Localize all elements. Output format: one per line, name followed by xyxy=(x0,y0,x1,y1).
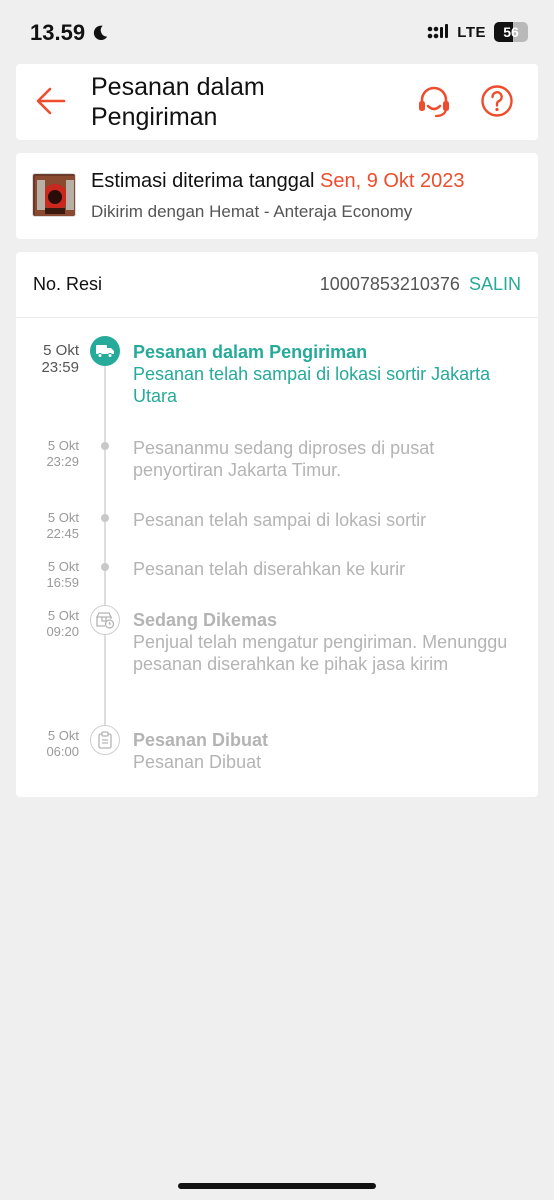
event-timestamp: 5 Okt 22:45 xyxy=(16,510,79,542)
status-time-group: 13.59 xyxy=(30,20,109,46)
event-date: 5 Okt xyxy=(47,438,79,453)
event-time: 22:45 xyxy=(46,526,79,541)
estimate-label: Estimasi diterima tanggal xyxy=(91,170,315,192)
event-date: 5 Okt xyxy=(43,342,79,359)
event-date: 5 Okt xyxy=(47,559,79,574)
event-text: Pesanan Dibuat Pesanan Dibuat xyxy=(133,729,523,773)
clipboard-icon xyxy=(90,725,120,755)
signal-icon xyxy=(427,24,449,39)
resi-row: No. Resi 10007853210376 SALIN xyxy=(16,252,538,318)
event-date: 5 Okt xyxy=(47,510,79,525)
event-text: Sedang Dikemas Penjual telah mengatur pe… xyxy=(133,609,523,675)
clipboard-glyph xyxy=(98,731,112,749)
shipping-method: Dikirim dengan Hemat - Anteraja Economy xyxy=(91,202,413,221)
event-title: Pesanan Dibuat xyxy=(133,730,269,750)
truck-icon-glyph xyxy=(96,345,114,358)
event-title: Pesanan dalam Pengiriman xyxy=(133,342,368,362)
header-bar: Pesanan dalam Pengiriman xyxy=(16,64,538,140)
back-arrow-icon[interactable] xyxy=(34,84,68,118)
event-timestamp: 5 Okt 23:29 xyxy=(16,438,79,470)
moon-icon xyxy=(93,25,108,41)
status-time: 13.59 xyxy=(30,20,86,45)
event-description: Penjual telah mengatur pengiriman. Menun… xyxy=(133,632,508,674)
event-time: 06:00 xyxy=(46,744,79,759)
battery-icon: 56 xyxy=(494,22,528,42)
event-time: 23:59 xyxy=(41,359,79,376)
resi-number: 10007853210376 xyxy=(319,274,460,294)
event-text: Pesananmu sedang diproses di pusat penyo… xyxy=(133,437,523,481)
home-indicator[interactable] xyxy=(178,1183,376,1189)
event-timestamp: 5 Okt 16:59 xyxy=(16,559,79,591)
package-clock-glyph xyxy=(95,612,115,629)
timeline-dot xyxy=(101,442,109,450)
package-clock-icon xyxy=(90,605,120,635)
product-thumbnail xyxy=(32,173,76,217)
event-title: Sedang Dikemas xyxy=(133,610,278,630)
event-timestamp: 5 Okt 06:00 xyxy=(16,728,79,760)
copy-resi-button[interactable]: SALIN xyxy=(469,274,521,294)
delivery-estimate-card[interactable]: Estimasi diterima tanggal Sen, 9 Okt 202… xyxy=(16,153,538,239)
event-time: 09:20 xyxy=(46,624,79,639)
timeline-dot xyxy=(101,514,109,522)
estimate-line: Estimasi diterima tanggal Sen, 9 Okt 202… xyxy=(91,170,465,193)
event-description: Pesanan Dibuat xyxy=(133,752,262,772)
timeline-line xyxy=(104,362,106,737)
event-description: Pesanan telah sampai di lokasi sortir Ja… xyxy=(133,364,491,406)
resi-label: No. Resi xyxy=(33,274,103,294)
event-description: Pesanan telah diserahkan ke kurir xyxy=(133,559,406,579)
battery-level: 56 xyxy=(503,24,519,40)
event-text: Pesanan telah diserahkan ke kurir xyxy=(133,558,523,580)
event-text: Pesanan telah sampai di lokasi sortir xyxy=(133,509,523,531)
event-timestamp: 5 Okt 09:20 xyxy=(16,608,79,640)
event-time: 16:59 xyxy=(46,575,79,590)
event-time: 23:29 xyxy=(46,454,79,469)
page-title: Pesanan dalam Pengiriman xyxy=(91,73,265,131)
timeline-dot xyxy=(101,563,109,571)
event-date: 5 Okt xyxy=(47,728,79,743)
event-description: Pesananmu sedang diproses di pusat penyo… xyxy=(133,438,435,480)
status-bar: 13.59 LTE 56 xyxy=(0,0,554,64)
tracking-card: No. Resi 10007853210376 SALIN 5 Okt 23:5… xyxy=(16,252,538,797)
event-timestamp: 5 Okt 23:59 xyxy=(16,342,79,376)
product-image xyxy=(33,174,75,216)
headset-support-icon[interactable] xyxy=(416,84,452,120)
resi-value: 10007853210376 SALIN xyxy=(320,274,521,295)
event-text: Pesanan dalam Pengiriman Pesanan telah s… xyxy=(133,341,523,407)
truck-icon xyxy=(90,336,120,366)
event-date: 5 Okt xyxy=(47,608,79,623)
estimate-date: Sen, 9 Okt 2023 xyxy=(320,170,465,192)
network-label: LTE xyxy=(457,23,486,41)
event-description: Pesanan telah sampai di lokasi sortir xyxy=(133,510,427,530)
help-question-icon[interactable] xyxy=(480,84,514,118)
status-indicators: LTE 56 xyxy=(427,22,528,42)
